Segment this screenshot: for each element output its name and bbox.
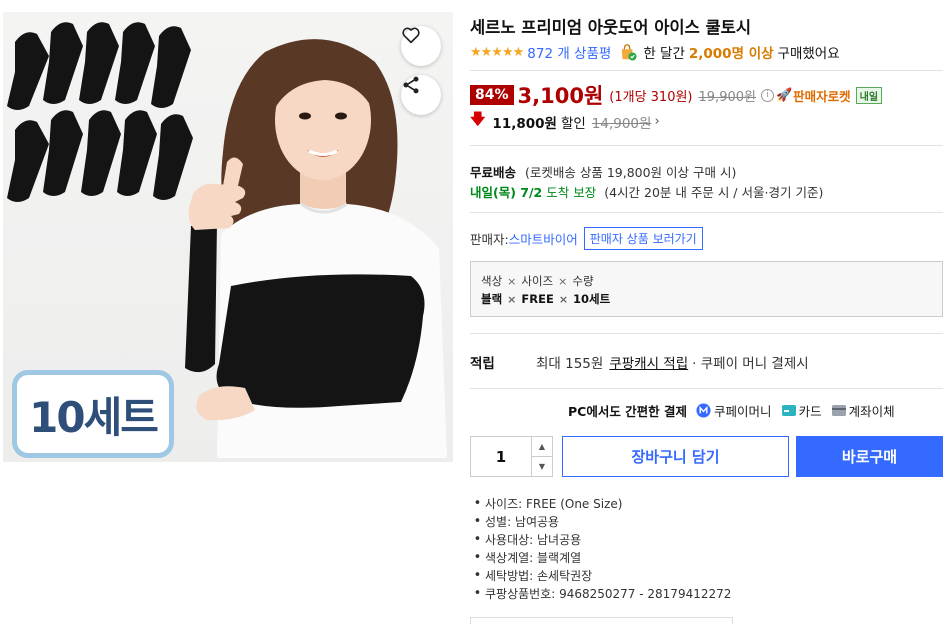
bank-icon — [831, 405, 846, 416]
down-arrow-icon: 🡇 — [470, 110, 486, 128]
quantity-up-icon[interactable]: ▲ — [532, 437, 552, 457]
original-price: 19,900원 — [698, 89, 756, 105]
seller-row: 판매자: 스마트바이어 판매자 상품 보러가기 — [470, 227, 703, 250]
attribute-item: 사용대상: 남녀공용 — [470, 530, 731, 548]
option-values: 블랙 × FREE × 10세트 — [481, 291, 932, 307]
seller-name-link[interactable]: 스마트바이어 — [509, 229, 578, 248]
divider — [470, 388, 943, 389]
card-icon — [781, 405, 796, 416]
coupay-icon — [696, 403, 711, 418]
selected-option-box[interactable]: 색상 × 사이즈 × 수량 블랙 × FREE × 10세트 — [470, 261, 943, 317]
review-count-link[interactable]: 872 개 상품평 — [527, 42, 611, 62]
divider — [470, 70, 943, 71]
option-separator: × — [507, 292, 517, 306]
share-icon — [403, 76, 419, 94]
rating-row: ★★★★★ 872 개 상품평 한 달간 2,000명 이상 구매했어요 — [470, 42, 840, 62]
arrival-row: 내일(목) 7/2 도착 보장 (4시간 20분 내 주문 시 / 서울·경기 … — [470, 182, 823, 201]
set-count-badge-text: 10세트 — [29, 392, 159, 442]
quantity-input[interactable] — [471, 437, 531, 476]
seller-label: 판매자: — [470, 232, 509, 247]
option-header-size: 사이즈 — [521, 274, 554, 288]
discount-amount: 11,800원 — [492, 115, 557, 132]
share-button[interactable] — [401, 75, 441, 115]
shipping-row: 무료배송 (로켓배송 상품 19,800원 이상 구매 시) — [470, 162, 736, 181]
option-separator: × — [507, 274, 517, 288]
points-label: 적립 — [470, 356, 495, 372]
attribute-item: 색상계열: 블랙계열 — [470, 548, 731, 566]
wishlist-heart-button[interactable] — [401, 26, 441, 66]
payment-bank[interactable]: 계좌이체 — [831, 401, 895, 420]
free-shipping-label: 무료배송 — [470, 165, 517, 180]
tomorrow-delivery-tag: 내일 — [855, 86, 883, 104]
arm-sleeves-illustration — [7, 22, 193, 202]
quantity-down-icon[interactable]: ▼ — [532, 457, 552, 476]
quantity-steps: ▲ ▼ — [531, 437, 552, 476]
payment-card-label: 카드 — [798, 404, 822, 419]
heart-icon — [402, 27, 420, 44]
info-icon[interactable]: i — [760, 88, 774, 102]
points-max: 최대 155원 — [536, 356, 604, 372]
option-header-quantity: 수량 — [572, 274, 594, 288]
set-count-badge: 10세트 — [12, 370, 174, 458]
option-value-quantity: 10세트 — [573, 292, 611, 306]
attribute-item: 쿠팡상품번호: 9468250277 - 28179412272 — [470, 584, 731, 602]
option-headers: 색상 × 사이즈 × 수량 — [481, 273, 932, 289]
buyers-count: 2,000명 이상 — [688, 46, 774, 62]
payment-bank-label: 계좌이체 — [848, 404, 895, 419]
product-image[interactable]: 10세트 — [3, 12, 453, 462]
add-to-cart-button[interactable]: 장바구니 담기 — [562, 436, 789, 477]
seller-rocket-label: 판매자로켓 — [793, 88, 851, 104]
arrival-date: 내일(목) 7/2 — [470, 185, 543, 200]
attribute-item: 사이즈: FREE (One Size) — [470, 494, 731, 512]
coupang-cash-link[interactable]: 쿠팡캐시 적립 — [609, 352, 688, 372]
buyers-suffix: 구매했어요 — [777, 46, 840, 62]
free-shipping-note: (로켓배송 상품 19,800원 이상 구매 시) — [525, 165, 737, 180]
discount-from-price: 14,900원 — [591, 115, 652, 132]
divider — [470, 333, 943, 334]
product-attributes-list: 사이즈: FREE (One Size) 성별: 남여공용 사용대상: 남녀공용… — [470, 494, 731, 602]
option-header-color: 색상 — [481, 274, 503, 288]
divider — [470, 145, 943, 146]
product-title: 세르노 프리미엄 아웃도어 아이스 쿨토시 — [470, 18, 752, 37]
buy-now-button[interactable]: 바로구매 — [796, 436, 943, 477]
points-row: 적립 최대 155원 쿠팡캐시 적립 · 쿠페이 머니 결제시 — [470, 352, 809, 372]
unit-price: (1개당 310원) — [609, 89, 693, 105]
quantity-stepper[interactable]: ▲ ▼ — [470, 436, 553, 477]
points-condition: · 쿠페이 머니 결제시 — [692, 356, 809, 372]
discount-label: 할인 — [560, 115, 586, 132]
option-separator: × — [558, 292, 569, 306]
payment-coupay[interactable]: 쿠페이머니 — [696, 401, 772, 420]
option-value-size: FREE — [521, 292, 554, 306]
chevron-right-icon: › — [654, 114, 660, 129]
arrival-note: (4시간 20분 내 주문 시 / 서울·경기 기준) — [604, 185, 824, 200]
extra-discount-row[interactable]: 🡇 11,800원 할인 14,900원 › — [470, 109, 660, 134]
shopping-bag-icon — [622, 44, 637, 61]
option-value-color: 블랙 — [481, 292, 503, 306]
buyers-prefix: 한 달간 — [643, 46, 685, 62]
product-info-panel: 세르노 프리미엄 아웃도어 아이스 쿨토시 ★★★★★ 872 개 상품평 한 … — [470, 0, 943, 624]
price-row: 84% 3,100원 (1개당 310원) 19,900원 i 🚀 판매자로켓 … — [470, 80, 883, 110]
payment-title: PC에서도 간편한 결제 — [568, 404, 688, 419]
option-separator: × — [558, 274, 568, 288]
star-rating-icon: ★★★★★ — [470, 44, 524, 60]
divider — [470, 212, 943, 213]
sale-price: 3,100원 — [517, 84, 604, 108]
payment-card[interactable]: 카드 — [781, 401, 822, 420]
seller-products-button[interactable]: 판매자 상품 보러가기 — [583, 227, 703, 250]
arrival-guarantee: 도착 보장 — [546, 185, 597, 200]
attribute-item: 세탁방법: 손세탁권장 — [470, 566, 731, 584]
bottom-panel-edge — [470, 617, 733, 624]
discount-rate-badge: 84% — [470, 85, 514, 105]
payment-row: PC에서도 간편한 결제 쿠페이머니 카드 계좌이체 — [568, 401, 905, 420]
payment-coupay-label: 쿠페이머니 — [714, 404, 772, 419]
rocket-icon: 🚀 — [775, 87, 793, 103]
attribute-item: 성별: 남여공용 — [470, 512, 731, 530]
